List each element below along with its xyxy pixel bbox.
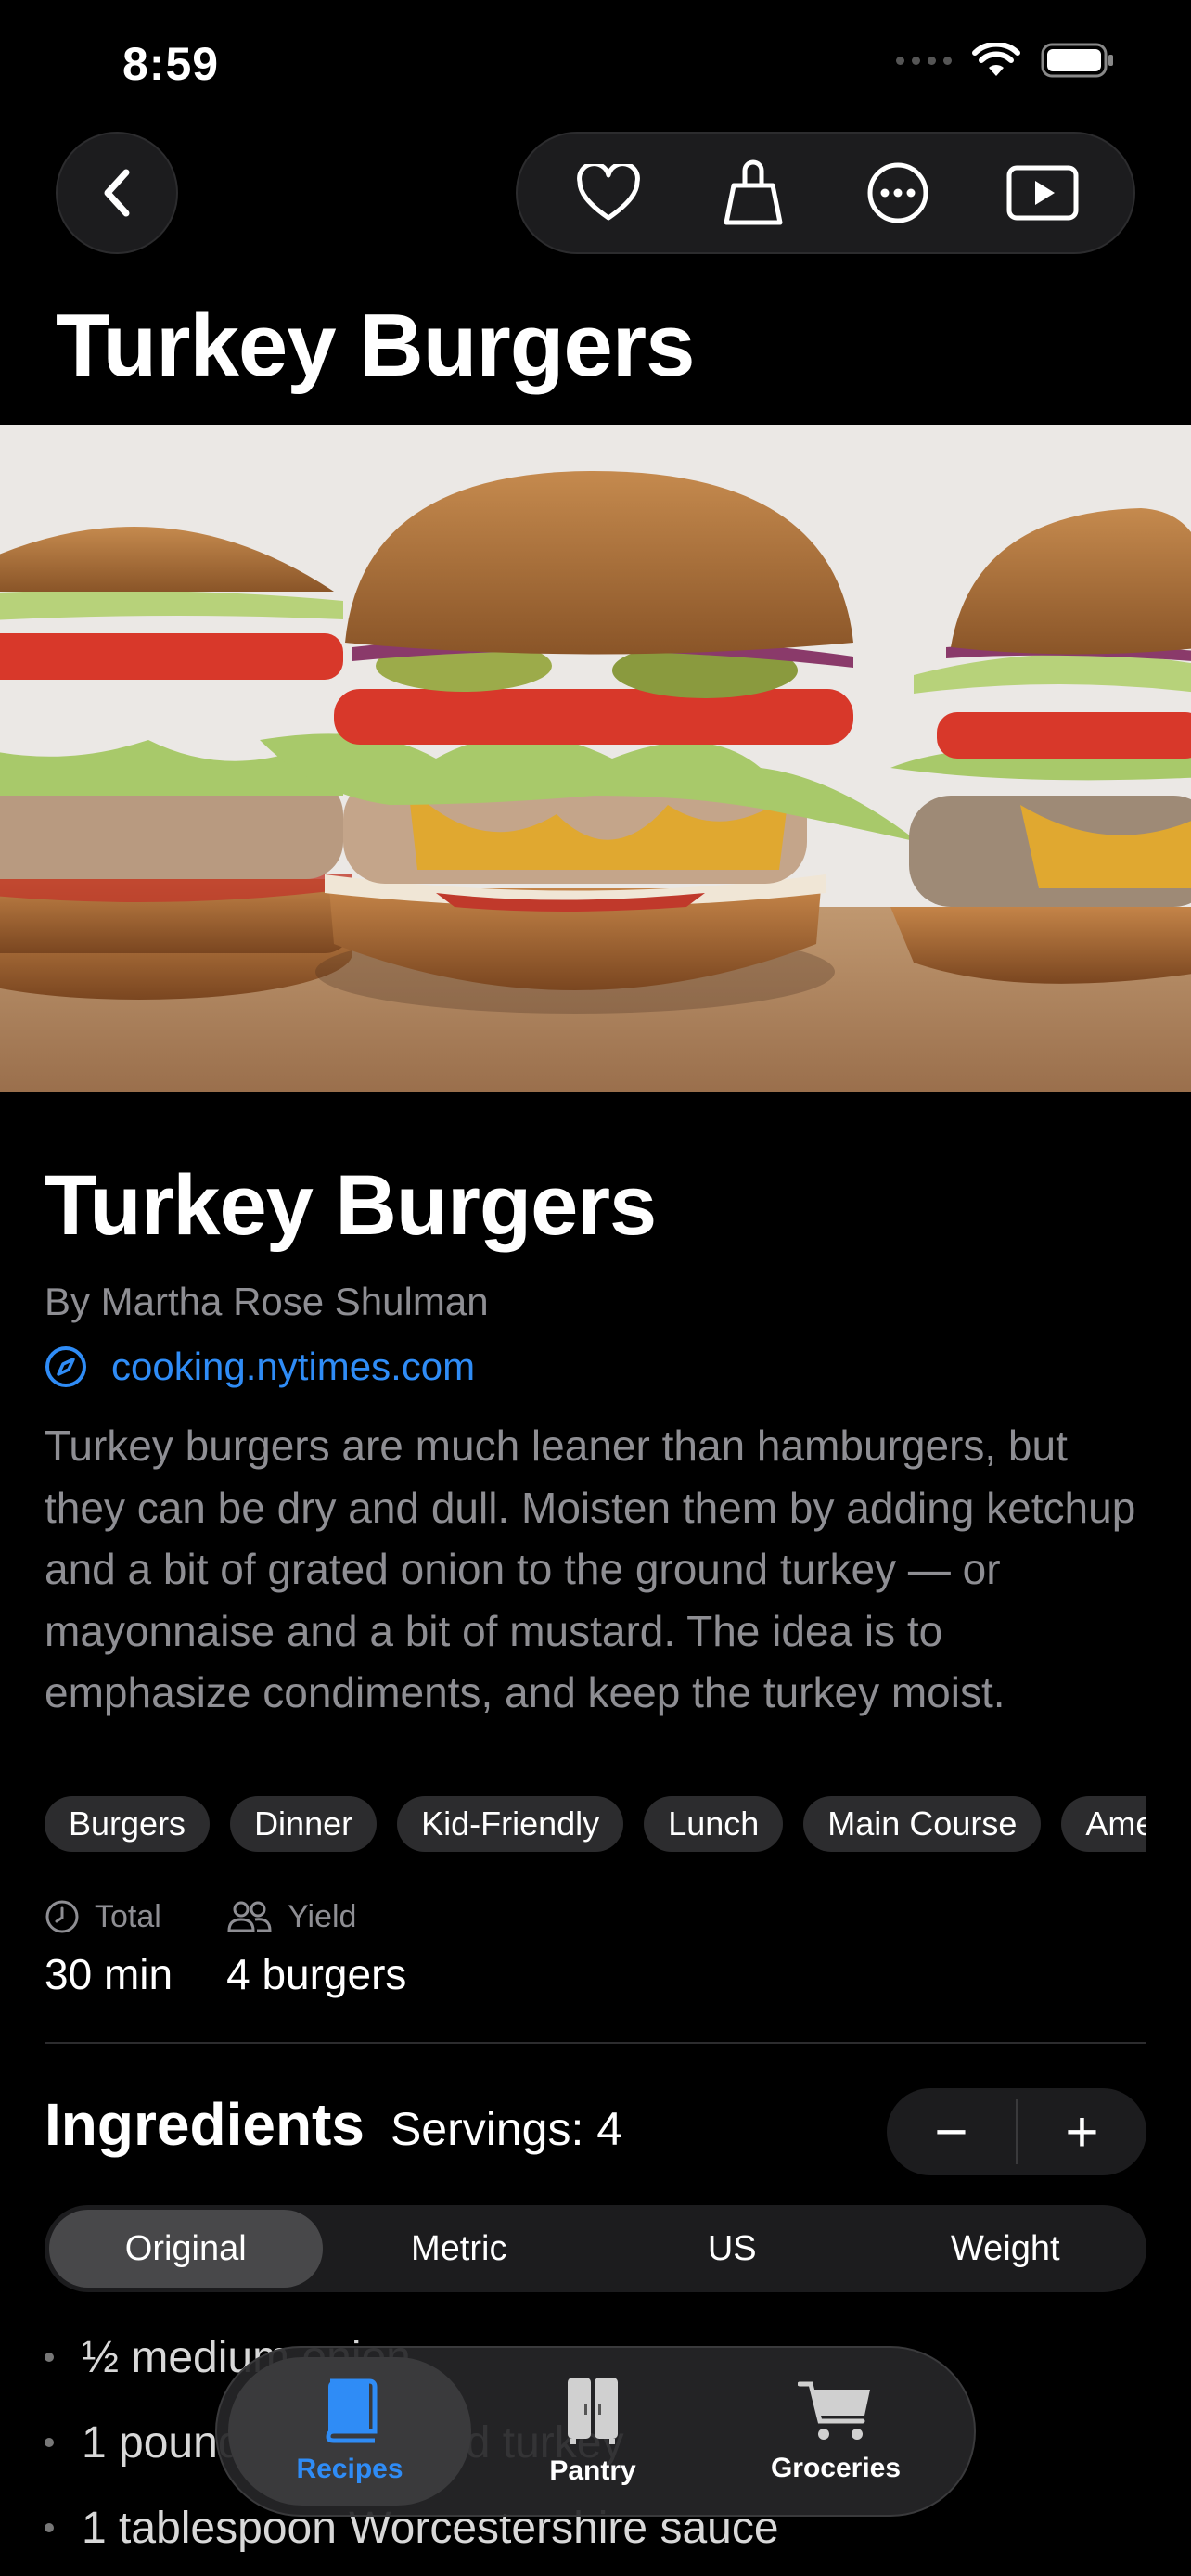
yield-value: 4 burgers xyxy=(226,1950,407,1998)
shopping-button[interactable] xyxy=(707,147,800,239)
tag-chip[interactable]: Kid-Friendly xyxy=(397,1796,624,1852)
servings-count: Servings: 4 xyxy=(390,2103,623,2155)
total-time: Total 30 min xyxy=(45,1895,173,1999)
tab-bar: Recipes Pantry Groceries xyxy=(215,2346,976,2517)
unit-segmented-control: Original Metric US Weight xyxy=(45,2205,1146,2292)
people-icon xyxy=(227,1901,272,1932)
section-divider xyxy=(45,2042,1146,2044)
cellular-signal-icon xyxy=(896,56,952,65)
battery-icon xyxy=(1041,43,1113,78)
book-icon xyxy=(326,2378,378,2443)
cart-icon xyxy=(798,2381,870,2440)
burger-photo xyxy=(0,425,1191,1092)
favorite-button[interactable] xyxy=(562,147,655,239)
pantry-icon xyxy=(568,2378,618,2444)
tab-label: Pantry xyxy=(549,2455,636,2486)
status-bar: 8:59 xyxy=(0,0,1191,130)
yield: Yield 4 burgers xyxy=(226,1895,406,1999)
recipe-description: Turkey burgers are much leaner than hamb… xyxy=(45,1422,1136,1716)
yield-label: Yield xyxy=(288,1898,357,1934)
unit-option-metric[interactable]: Metric xyxy=(323,2210,596,2288)
play-button[interactable] xyxy=(996,147,1089,239)
tab-groceries[interactable]: Groceries xyxy=(714,2357,957,2506)
recipe-meta: Total 30 min Yield 4 burgers xyxy=(45,1895,406,1999)
total-value: 30 min xyxy=(45,1950,173,1998)
heart-icon xyxy=(577,164,640,221)
tab-pantry[interactable]: Pantry xyxy=(471,2357,714,2506)
tag-chip[interactable]: Burgers xyxy=(45,1796,211,1852)
ingredients-header: Ingredients Servings: 4 xyxy=(45,2090,622,2159)
more-icon xyxy=(867,162,928,223)
bullet xyxy=(45,2523,54,2532)
total-label: Total xyxy=(95,1898,161,1934)
bullet xyxy=(45,2353,54,2362)
tab-label: Groceries xyxy=(770,2453,902,2483)
unit-option-us[interactable]: US xyxy=(596,2210,869,2288)
status-icons xyxy=(896,43,1115,78)
ingredients-title: Ingredients xyxy=(45,2091,365,2158)
tag-chip[interactable]: Lunch xyxy=(644,1796,784,1852)
source-link-row[interactable]: cooking.nytimes.com xyxy=(45,1345,475,1389)
tab-recipes[interactable]: Recipes xyxy=(228,2357,471,2506)
tag-list: Burgers Dinner Kid-Friendly Lunch Main Cours… xyxy=(45,1796,1146,1854)
tag-chip[interactable]: American xyxy=(1061,1796,1146,1852)
increase-servings-button[interactable]: + xyxy=(1018,2088,1146,2175)
compass-icon xyxy=(45,1346,86,1387)
recipe-hero-image xyxy=(0,425,1191,1092)
source-link[interactable]: cooking.nytimes.com xyxy=(111,1345,475,1389)
unit-option-original[interactable]: Original xyxy=(49,2210,323,2288)
more-button[interactable] xyxy=(852,147,944,239)
tag-chip[interactable]: Dinner xyxy=(230,1796,378,1852)
recipe-title: Turkey Burgers xyxy=(45,1158,657,1253)
wifi-icon xyxy=(972,43,1020,76)
clock-icon xyxy=(45,1900,79,1933)
play-icon xyxy=(1006,165,1079,221)
bullet xyxy=(45,2438,54,2447)
tag-chip[interactable]: Main Course xyxy=(803,1796,1042,1852)
decrease-servings-button[interactable]: − xyxy=(887,2088,1016,2175)
servings-stepper: − + xyxy=(887,2088,1146,2175)
back-button[interactable] xyxy=(56,132,178,254)
shopping-bag-icon xyxy=(724,159,783,225)
chevron-left-icon xyxy=(104,169,130,217)
nav-title: Turkey Burgers xyxy=(56,296,695,395)
tab-label: Recipes xyxy=(296,2454,403,2484)
action-group xyxy=(516,132,1135,254)
status-time: 8:59 xyxy=(122,38,220,90)
unit-option-weight[interactable]: Weight xyxy=(869,2210,1143,2288)
recipe-author: By Martha Rose Shulman xyxy=(45,1280,489,1323)
